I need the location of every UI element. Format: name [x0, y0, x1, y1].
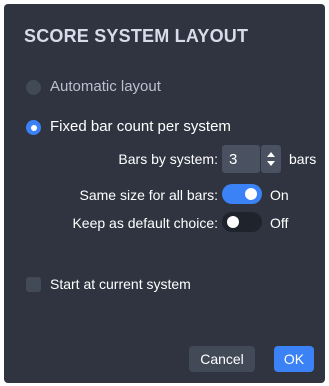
radio-selected-dot	[30, 124, 37, 131]
automatic-layout-radio[interactable]	[26, 80, 41, 95]
bars-by-system-input[interactable]	[222, 145, 260, 173]
keep-default-toggle[interactable]	[222, 212, 262, 232]
chevron-up-icon[interactable]	[267, 152, 275, 157]
same-size-label: Same size for all bars:	[79, 187, 219, 203]
toggle-knob	[227, 216, 239, 228]
automatic-layout-label[interactable]: Automatic layout	[50, 78, 161, 95]
dialog-title: SCORE SYSTEM LAYOUT	[24, 26, 249, 46]
ok-button[interactable]: OK	[274, 346, 314, 372]
keep-default-state: Off	[270, 215, 289, 231]
start-current-system-label[interactable]: Start at current system	[50, 276, 191, 292]
start-current-system-checkbox[interactable]	[26, 277, 41, 292]
score-system-layout-dialog: SCORE SYSTEM LAYOUT Automatic layout Fix…	[4, 4, 325, 383]
fixed-bar-count-label[interactable]: Fixed bar count per system	[50, 118, 231, 135]
bars-unit-label: bars	[289, 151, 317, 167]
same-size-state: On	[270, 187, 289, 203]
bars-by-system-label: Bars by system:	[118, 151, 218, 167]
chevron-down-icon[interactable]	[267, 161, 275, 166]
keep-default-label: Keep as default choice:	[72, 215, 218, 231]
bars-stepper[interactable]	[261, 145, 281, 173]
toggle-knob	[245, 188, 257, 200]
fixed-bar-count-radio[interactable]	[26, 120, 41, 135]
cancel-button[interactable]: Cancel	[189, 346, 255, 372]
same-size-toggle[interactable]	[222, 184, 262, 204]
